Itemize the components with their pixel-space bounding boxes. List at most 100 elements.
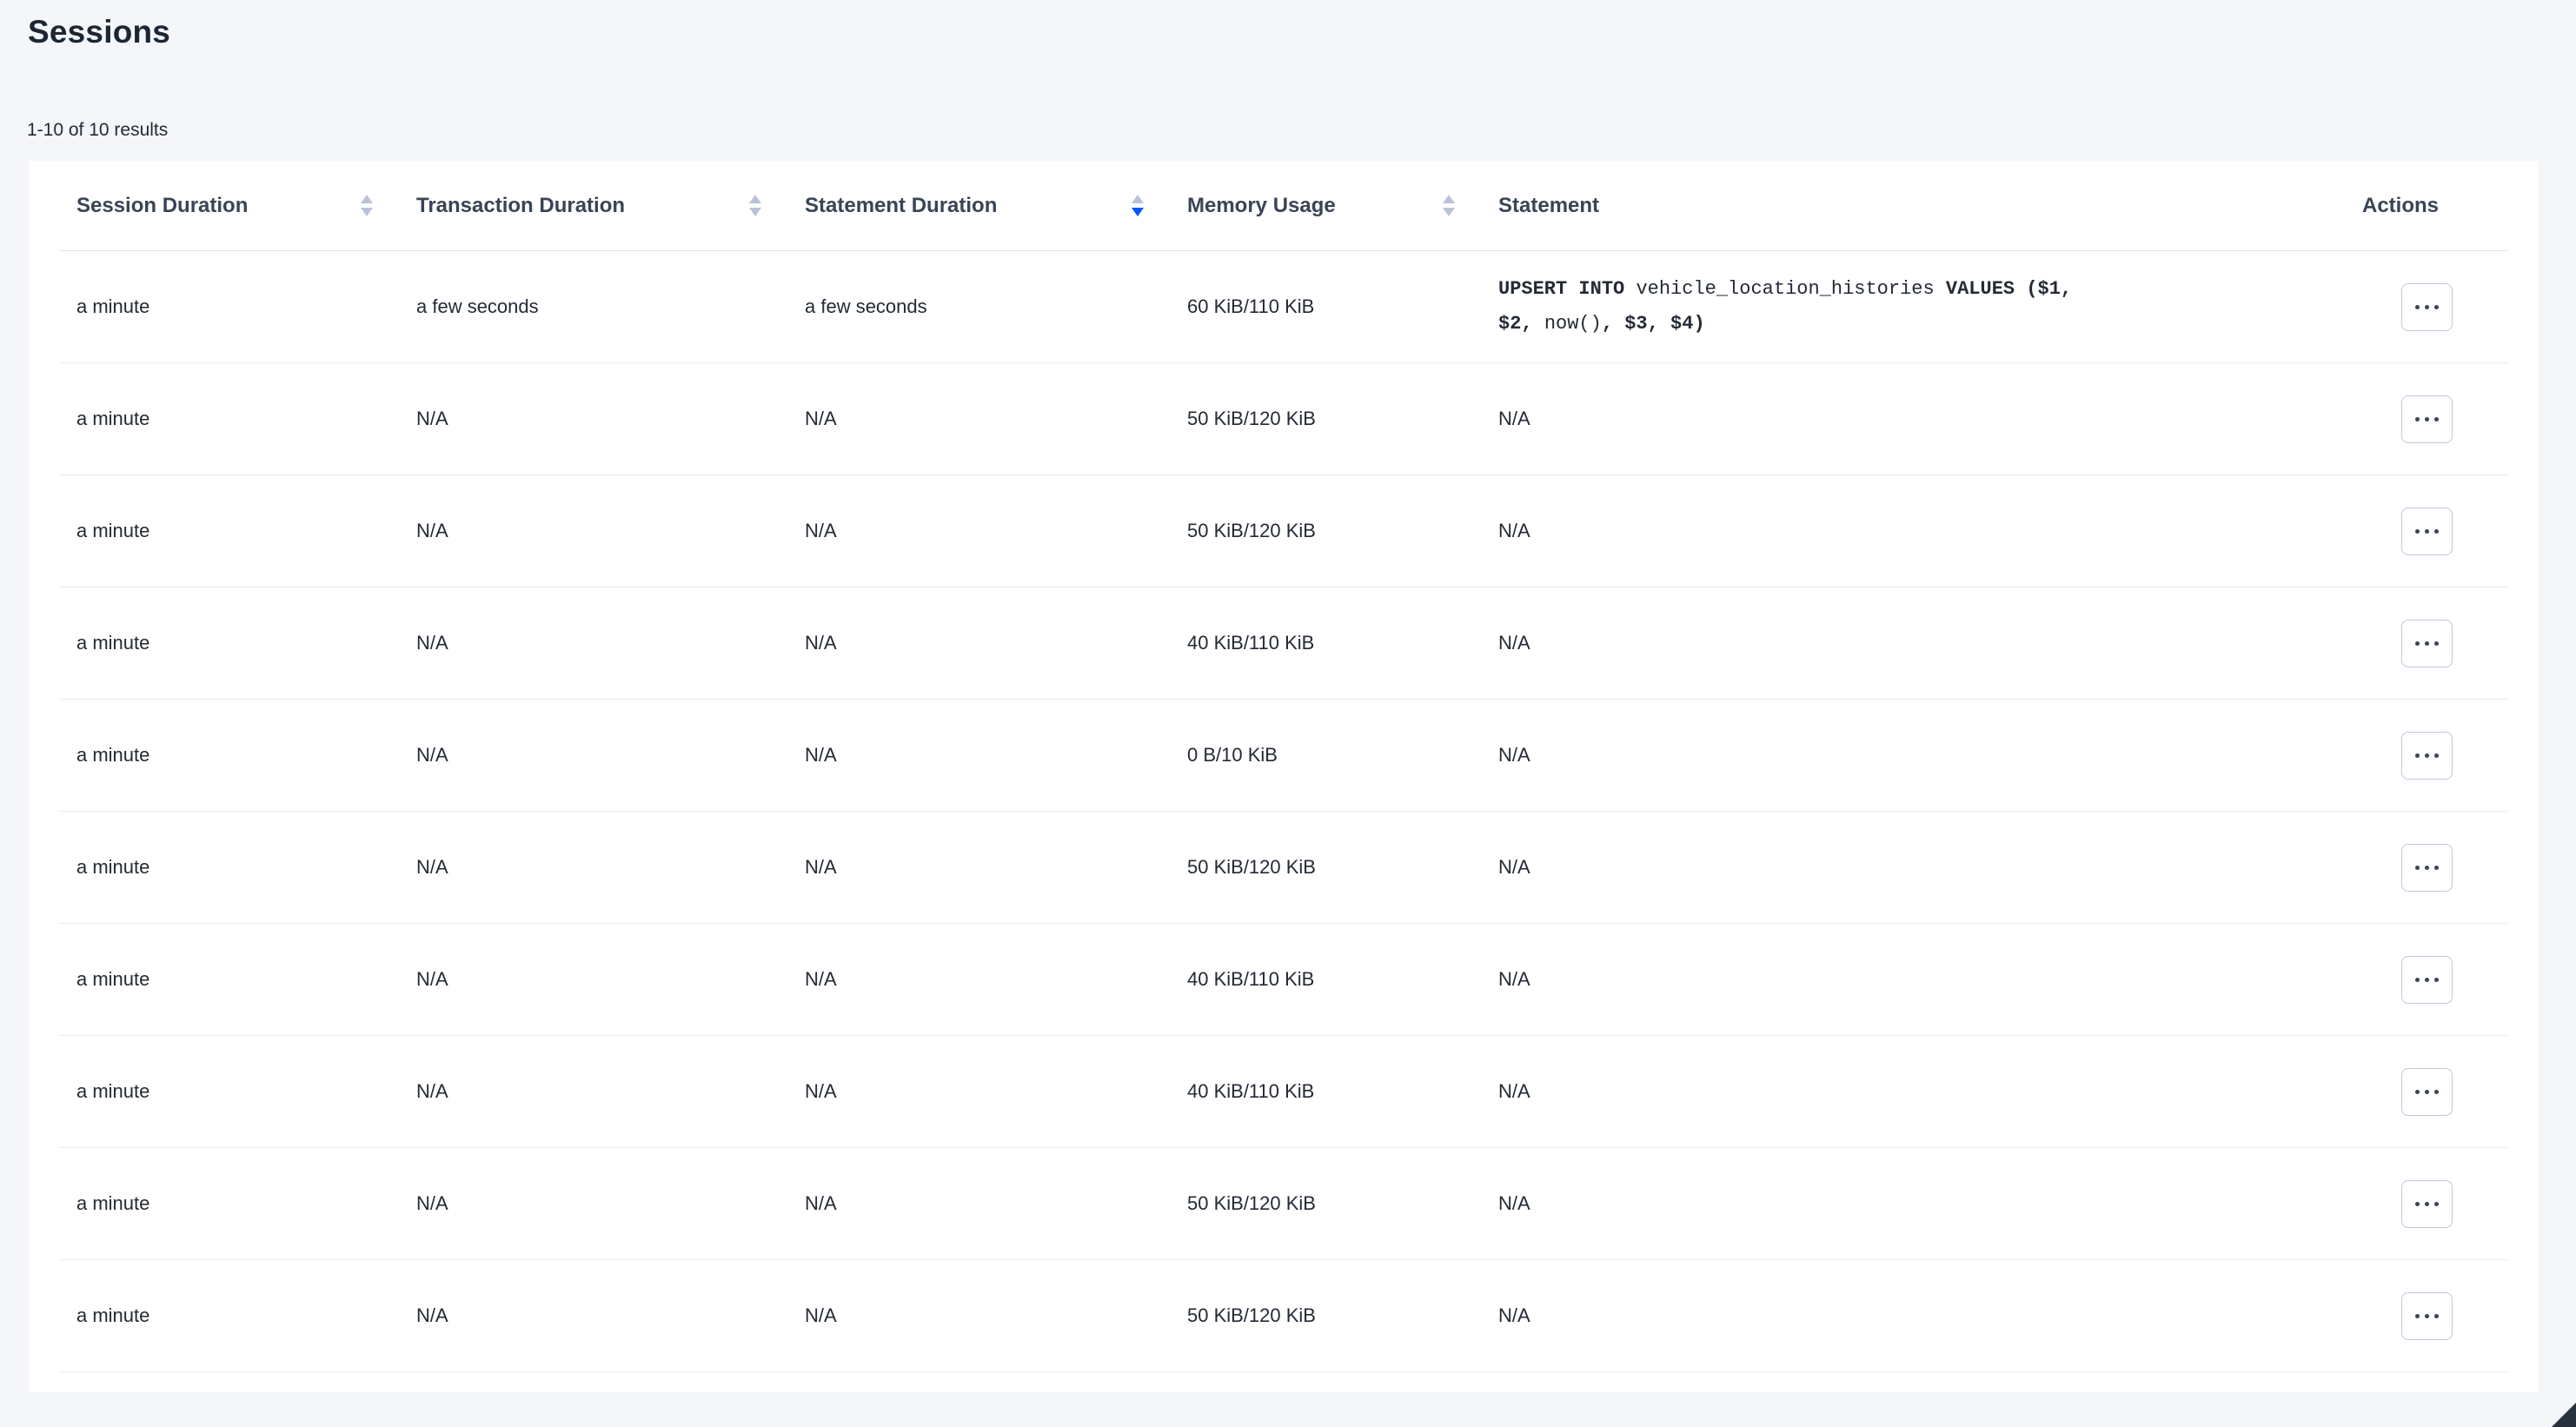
- transaction-duration-cell: N/A: [399, 497, 787, 565]
- column-header-label: Session Duration: [76, 193, 248, 219]
- session-actions-button[interactable]: [2401, 1180, 2453, 1228]
- statement-duration-cell: N/A: [787, 609, 1170, 677]
- session-duration-cell: a minute: [59, 273, 399, 341]
- table-row: a minute N/A N/A 40 KiB/110 KiB N/A: [59, 587, 2508, 700]
- session-duration-cell: a minute: [59, 721, 399, 789]
- statement-cell: N/A: [1481, 609, 2345, 677]
- table-row: a minute N/A N/A 50 KiB/120 KiB N/A: [59, 363, 2508, 475]
- column-header-label: Memory Usage: [1187, 193, 1336, 219]
- statement-duration-cell: N/A: [787, 946, 1170, 1013]
- sort-toggle-icon[interactable]: [361, 195, 373, 216]
- column-header-memory-usage[interactable]: Memory Usage: [1170, 193, 1481, 219]
- actions-cell: [2345, 1180, 2508, 1228]
- table-header-row: Session Duration Transaction Duration St…: [59, 161, 2508, 251]
- sort-toggle-icon[interactable]: [1443, 195, 1455, 216]
- memory-usage-cell: 50 KiB/120 KiB: [1170, 833, 1481, 901]
- column-header-transaction-duration[interactable]: Transaction Duration: [399, 193, 787, 219]
- table-row: a minute a few seconds a few seconds 60 …: [59, 251, 2508, 363]
- table-row: a minute N/A N/A 40 KiB/110 KiB N/A: [59, 1036, 2508, 1148]
- statement-duration-cell: N/A: [787, 1058, 1170, 1125]
- memory-usage-cell: 50 KiB/120 KiB: [1170, 497, 1481, 565]
- ellipsis-icon: [2415, 1202, 2439, 1206]
- actions-cell: [2345, 732, 2508, 780]
- ellipsis-icon: [2415, 417, 2439, 421]
- ellipsis-icon: [2415, 978, 2439, 982]
- sort-desc-icon: [1443, 208, 1455, 216]
- sort-toggle-icon[interactable]: [749, 195, 761, 216]
- sort-toggle-icon[interactable]: [1132, 195, 1144, 216]
- statement-duration-cell: a few seconds: [787, 273, 1170, 341]
- table-row: a minute N/A N/A 50 KiB/120 KiB N/A: [59, 475, 2508, 587]
- memory-usage-cell: 40 KiB/110 KiB: [1170, 609, 1481, 677]
- statement-cell: N/A: [1481, 1058, 2345, 1125]
- statement-cell: N/A: [1481, 1170, 2345, 1238]
- actions-cell: [2345, 620, 2508, 667]
- memory-usage-cell: 40 KiB/110 KiB: [1170, 946, 1481, 1013]
- transaction-duration-cell: N/A: [399, 721, 787, 789]
- statement-cell: N/A: [1481, 833, 2345, 901]
- ellipsis-icon: [2415, 866, 2439, 870]
- actions-cell: [2345, 395, 2508, 443]
- sort-asc-icon: [749, 195, 761, 203]
- session-duration-cell: a minute: [59, 1058, 399, 1125]
- ellipsis-icon: [2415, 1314, 2439, 1318]
- table-body: a minute a few seconds a few seconds 60 …: [59, 251, 2508, 1372]
- memory-usage-cell: 40 KiB/110 KiB: [1170, 1058, 1481, 1125]
- actions-cell: [2345, 1068, 2508, 1116]
- session-duration-cell: a minute: [59, 385, 399, 453]
- statement-cell: UPSERT INTO vehicle_location_histories V…: [1481, 251, 2345, 362]
- session-duration-cell: a minute: [59, 833, 399, 901]
- statement-duration-cell: N/A: [787, 833, 1170, 901]
- table-row: a minute N/A N/A 50 KiB/120 KiB N/A: [59, 812, 2508, 924]
- mouse-cursor: [2541, 1392, 2576, 1427]
- sort-asc-icon: [1132, 195, 1144, 203]
- column-header-label: Statement: [1498, 193, 1599, 219]
- session-actions-button[interactable]: [2401, 844, 2453, 892]
- session-actions-button[interactable]: [2401, 956, 2453, 1004]
- transaction-duration-cell: N/A: [399, 1170, 787, 1238]
- actions-cell: [2345, 508, 2508, 555]
- column-header-session-duration[interactable]: Session Duration: [59, 193, 399, 219]
- statement-duration-cell: N/A: [787, 385, 1170, 453]
- column-header-label: Actions: [2362, 193, 2439, 219]
- ellipsis-icon: [2415, 529, 2439, 534]
- sort-asc-icon: [361, 195, 373, 203]
- session-actions-button[interactable]: [2401, 620, 2453, 667]
- session-duration-cell: a minute: [59, 1170, 399, 1238]
- statement-cell: N/A: [1481, 385, 2345, 453]
- transaction-duration-cell: N/A: [399, 1058, 787, 1125]
- statement-duration-cell: N/A: [787, 1282, 1170, 1350]
- ellipsis-icon: [2415, 753, 2439, 758]
- session-actions-button[interactable]: [2401, 395, 2453, 443]
- ellipsis-icon: [2415, 305, 2439, 309]
- session-actions-button[interactable]: [2401, 732, 2453, 780]
- statement-cell: N/A: [1481, 497, 2345, 565]
- session-actions-button[interactable]: [2401, 1292, 2453, 1340]
- memory-usage-cell: 50 KiB/120 KiB: [1170, 1282, 1481, 1350]
- transaction-duration-cell: N/A: [399, 385, 787, 453]
- session-actions-button[interactable]: [2401, 283, 2453, 331]
- column-header-label: Transaction Duration: [416, 193, 625, 219]
- actions-cell: [2345, 844, 2508, 892]
- session-duration-cell: a minute: [59, 946, 399, 1013]
- actions-cell: [2345, 956, 2508, 1004]
- memory-usage-cell: 50 KiB/120 KiB: [1170, 1170, 1481, 1238]
- column-header-actions: Actions: [2345, 193, 2508, 219]
- session-duration-cell: a minute: [59, 1282, 399, 1350]
- transaction-duration-cell: N/A: [399, 1282, 787, 1350]
- sort-desc-icon: [749, 208, 761, 216]
- session-actions-button[interactable]: [2401, 508, 2453, 555]
- sessions-table: Session Duration Transaction Duration St…: [59, 161, 2508, 1372]
- memory-usage-cell: 60 KiB/110 KiB: [1170, 273, 1481, 341]
- page-title: Sessions: [28, 14, 170, 50]
- statement-cell: N/A: [1481, 721, 2345, 789]
- table-row: a minute N/A N/A 0 B/10 KiB N/A: [59, 700, 2508, 812]
- memory-usage-cell: 50 KiB/120 KiB: [1170, 385, 1481, 453]
- statement-cell: N/A: [1481, 946, 2345, 1013]
- transaction-duration-cell: N/A: [399, 946, 787, 1013]
- sort-desc-icon: [1132, 208, 1144, 216]
- column-header-statement: Statement: [1481, 193, 2345, 219]
- table-row: a minute N/A N/A 40 KiB/110 KiB N/A: [59, 924, 2508, 1036]
- column-header-statement-duration[interactable]: Statement Duration: [787, 193, 1170, 219]
- session-actions-button[interactable]: [2401, 1068, 2453, 1116]
